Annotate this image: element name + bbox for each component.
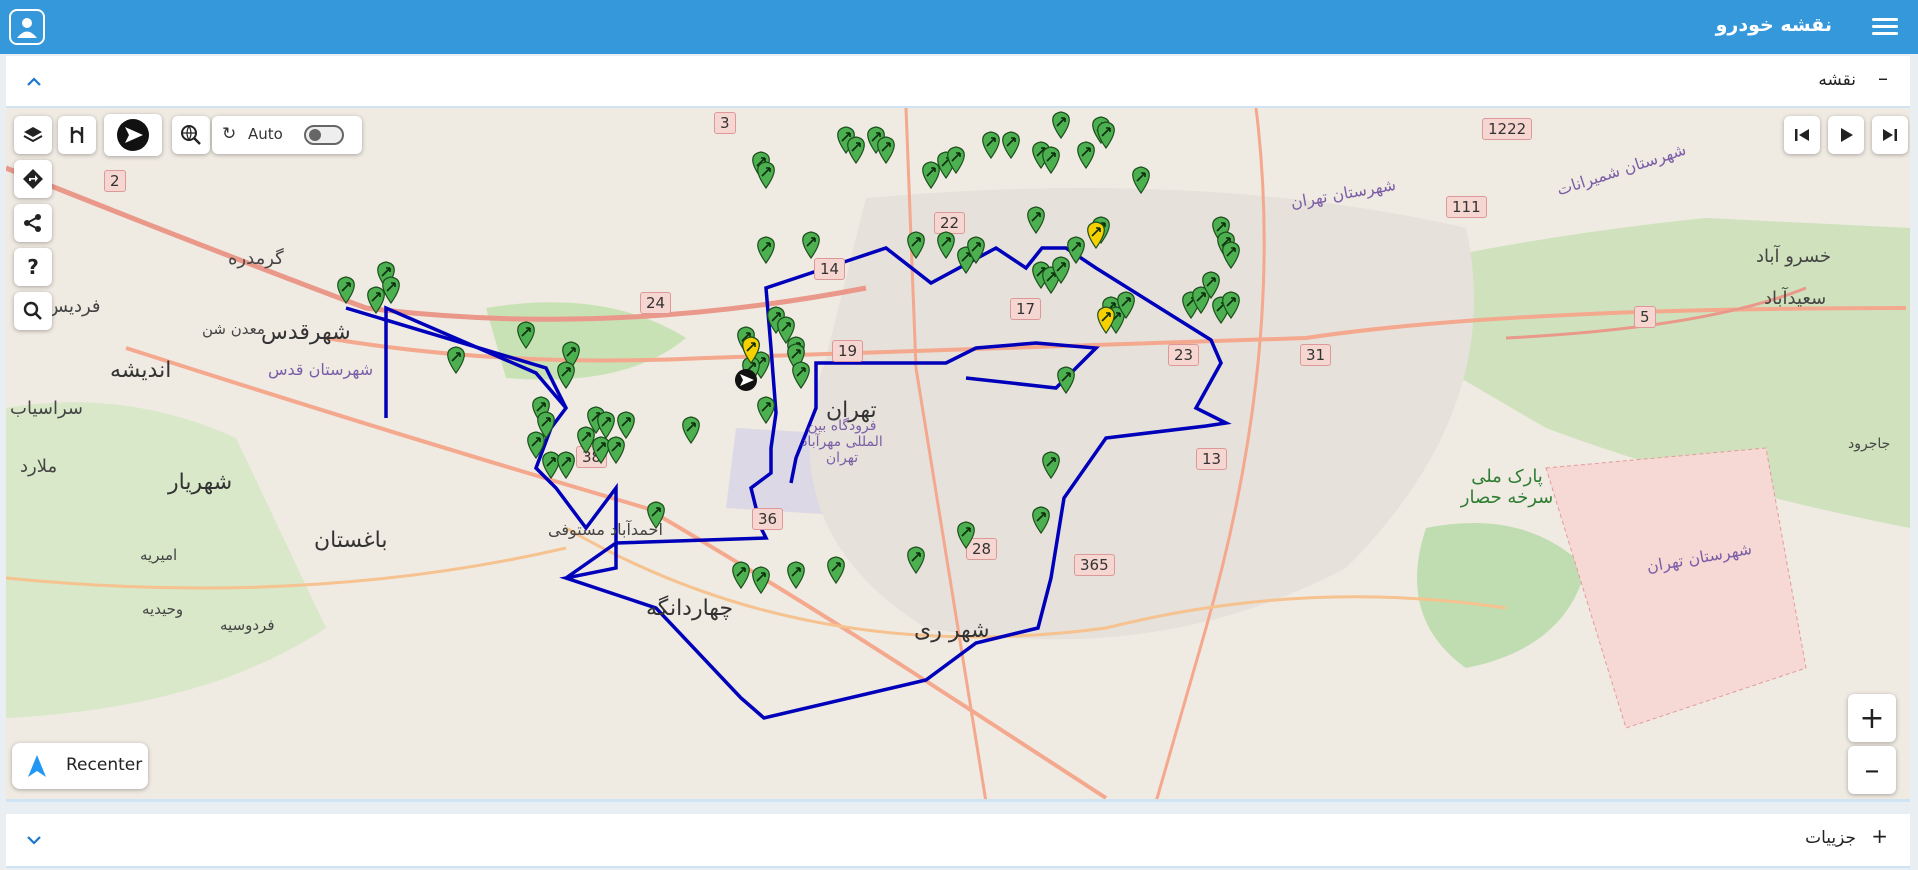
account-icon[interactable]	[9, 9, 45, 45]
stop-marker	[382, 276, 400, 305]
stop-marker	[982, 131, 1000, 160]
directions-icon[interactable]	[14, 160, 52, 198]
layers-icon[interactable]	[14, 116, 52, 154]
collapse-mark: –	[1878, 66, 1888, 90]
route-icon[interactable]	[58, 116, 96, 154]
alert-marker	[1087, 221, 1105, 250]
search-globe-icon[interactable]	[172, 116, 210, 154]
app-title: نقشه خودرو	[1715, 14, 1832, 36]
stop-marker	[337, 276, 355, 305]
chevron-down-icon[interactable]	[24, 830, 44, 850]
stop-marker	[757, 236, 775, 265]
stop-marker	[792, 361, 810, 390]
skip-next-icon[interactable]	[1872, 116, 1908, 154]
details-panel-header[interactable]: جزییات +	[6, 814, 1910, 868]
stop-marker	[1052, 111, 1070, 140]
stop-marker	[527, 431, 545, 460]
stop-marker	[757, 396, 775, 425]
stop-marker	[732, 561, 750, 590]
map-view[interactable]: تهران شهرقدس شهرستان قدس اندیشه شهریار ب…	[6, 108, 1910, 802]
app-bar: نقشه خودرو	[0, 0, 1918, 54]
stop-marker	[957, 521, 975, 550]
chevron-up-icon[interactable]	[24, 72, 44, 92]
stop-marker	[607, 436, 625, 465]
stop-marker	[1097, 121, 1115, 150]
stop-marker	[1077, 141, 1095, 170]
stop-marker	[517, 321, 535, 350]
expand-mark: +	[1871, 824, 1888, 848]
stop-marker	[752, 566, 770, 595]
stop-marker	[877, 136, 895, 165]
stop-marker	[802, 231, 820, 260]
stop-marker	[922, 161, 940, 190]
stop-marker	[1032, 506, 1050, 535]
stop-marker	[1067, 236, 1085, 265]
recenter-label: Recenter	[66, 755, 143, 775]
search-icon[interactable]	[14, 292, 52, 330]
map-panel-title: نقشه	[1818, 70, 1856, 90]
stop-marker	[1057, 366, 1075, 395]
vehicle-direction-icon[interactable]	[104, 114, 162, 156]
stop-marker	[757, 161, 775, 190]
navigation-arrow-icon	[28, 755, 46, 777]
map-panel-header[interactable]: نقشه –	[6, 56, 1910, 108]
stop-marker	[827, 556, 845, 585]
alert-marker	[1097, 306, 1115, 335]
current-vehicle-marker	[735, 369, 757, 391]
stop-marker	[557, 451, 575, 480]
stop-marker	[1132, 166, 1150, 195]
stop-marker	[592, 436, 610, 465]
details-panel-title: جزییات	[1805, 828, 1856, 848]
stop-marker	[557, 361, 575, 390]
stop-marker	[1042, 451, 1060, 480]
stop-marker	[647, 501, 665, 530]
recenter-button[interactable]: Recenter	[12, 743, 148, 789]
help-label: ?	[27, 255, 39, 279]
vehicle-markers	[337, 111, 1240, 595]
share-icon[interactable]	[14, 204, 52, 242]
auto-refresh-control: ↻ Auto	[212, 116, 362, 154]
stop-marker	[577, 426, 595, 455]
stop-marker	[787, 561, 805, 590]
stop-marker	[617, 411, 635, 440]
stop-marker	[1002, 131, 1020, 160]
hamburger-menu-icon[interactable]	[1872, 14, 1898, 40]
stop-marker	[597, 411, 615, 440]
skip-previous-icon[interactable]	[1784, 116, 1820, 154]
stop-marker	[847, 136, 865, 165]
stop-marker	[682, 416, 700, 445]
stop-marker	[907, 546, 925, 575]
stop-marker	[447, 346, 465, 375]
help-icon[interactable]: ?	[14, 248, 52, 286]
zoom-in-button[interactable]: +	[1848, 694, 1896, 742]
stop-marker	[1222, 241, 1240, 270]
stop-marker	[1027, 206, 1045, 235]
stop-marker	[907, 231, 925, 260]
refresh-icon[interactable]: ↻	[222, 124, 236, 144]
play-icon[interactable]	[1828, 116, 1864, 154]
stop-marker	[367, 286, 385, 315]
stop-marker	[1042, 146, 1060, 175]
zoom-out-button[interactable]: –	[1848, 746, 1896, 794]
stop-marker	[542, 451, 560, 480]
stop-marker	[937, 231, 955, 260]
auto-label: Auto	[248, 125, 283, 143]
auto-toggle[interactable]	[304, 125, 344, 145]
